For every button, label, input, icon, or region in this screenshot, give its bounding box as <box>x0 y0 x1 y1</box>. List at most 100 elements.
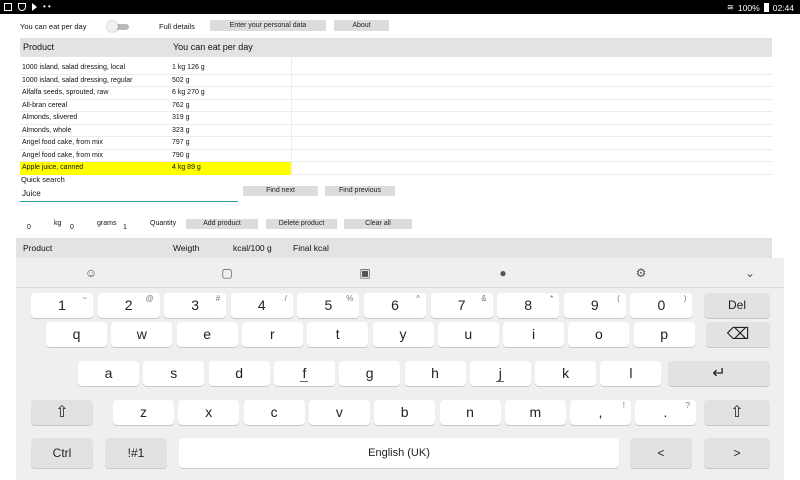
kg-value[interactable]: 0 <box>27 224 31 231</box>
screen-edge <box>784 258 800 480</box>
status-bar: • • ≋ 100% 02:44 <box>0 0 800 14</box>
key-l[interactable]: l <box>600 361 662 386</box>
more-notifications-icon: • • <box>43 2 51 11</box>
key-m[interactable]: m <box>504 400 566 425</box>
add-product-button[interactable]: Add product <box>186 219 258 229</box>
key-b[interactable]: b <box>374 400 436 425</box>
key-1[interactable]: 1 ~ <box>31 293 93 318</box>
key-label: v <box>335 404 343 420</box>
status-notifications: • • <box>4 2 51 11</box>
find-next-button[interactable]: Find next <box>243 186 318 196</box>
key-i[interactable]: i <box>503 322 565 347</box>
key-label: w <box>136 326 147 342</box>
key-t[interactable]: t <box>307 322 369 347</box>
key-n[interactable]: n <box>439 400 501 425</box>
key-7[interactable]: 7 & <box>430 293 493 318</box>
key-8[interactable]: 8 * <box>497 293 560 318</box>
row-amount: 762 g <box>172 101 190 109</box>
microphone-icon[interactable]: ● <box>496 266 510 280</box>
key-x[interactable]: x <box>178 400 240 425</box>
table-row[interactable]: 1000 island, salad dressing, regular 502 … <box>20 75 772 87</box>
del-key[interactable]: Del <box>704 293 770 318</box>
key-3[interactable]: 3 # <box>164 293 227 318</box>
key-s[interactable]: s <box>143 361 205 386</box>
key-2[interactable]: 2 @ <box>97 293 160 318</box>
key-k[interactable]: k <box>535 361 597 386</box>
key-r[interactable]: r <box>241 322 303 347</box>
left-arrow-key[interactable]: < <box>630 438 692 468</box>
key-o[interactable]: o <box>568 322 630 347</box>
key-h[interactable]: h <box>404 361 466 386</box>
table-row[interactable]: Almonds, whole 323 g <box>20 125 772 137</box>
row-amount: 6 kg 270 g <box>172 89 205 96</box>
delete-product-button[interactable]: Delete product <box>266 219 337 229</box>
table-row[interactable]: 1000 island, salad dressing, local 1 kg 1… <box>20 62 772 75</box>
gif-icon[interactable]: ▣ <box>358 266 372 280</box>
key-y[interactable]: y <box>372 322 434 347</box>
key-0[interactable]: 0) <box>630 293 693 318</box>
key-p[interactable]: p <box>633 322 695 347</box>
key-label: t <box>335 326 340 342</box>
row-amount: 323 g <box>172 126 190 134</box>
row-product-name: Apple juice, canned <box>22 164 84 171</box>
key-j[interactable]: j <box>469 361 531 386</box>
backspace-key[interactable]: ⌫ <box>706 322 770 347</box>
selected-products-header: Product Weigth kcal/100 g Final kcal <box>16 238 772 258</box>
right-shift-key[interactable]: ⇧ <box>704 400 770 425</box>
key-6[interactable]: 6 ^ <box>364 293 426 318</box>
key-4[interactable]: 4/ <box>230 293 293 318</box>
grams-label: grams <box>97 220 117 227</box>
key-d[interactable]: d <box>208 361 270 386</box>
key-label: m <box>529 404 542 420</box>
table-row[interactable]: All-bran cereal 762 g <box>20 100 772 112</box>
symbols-key[interactable]: !#1 <box>105 438 167 468</box>
key-e[interactable]: e <box>176 322 238 347</box>
key-u[interactable]: u <box>437 322 499 347</box>
key-9[interactable]: 9( <box>563 293 626 318</box>
key-g[interactable]: g <box>339 361 401 386</box>
key-label: l <box>629 365 633 381</box>
enter-key[interactable]: ↵ <box>668 361 770 386</box>
product-table[interactable]: 1000 island, salad dressing, local 1 kg 1… <box>20 58 772 175</box>
key-hint: ? <box>685 401 690 410</box>
key-hint: # <box>215 294 221 303</box>
grams-value[interactable]: 0 <box>70 224 74 231</box>
quick-search-input[interactable] <box>20 186 238 202</box>
row-product-name: Alfalfa seeds, sprouted, raw <box>22 89 109 96</box>
table-row[interactable]: Almonds, slivered 319 g <box>20 112 772 125</box>
period-key[interactable]: .? <box>635 400 696 425</box>
key-hint: ^ <box>416 294 420 303</box>
full-details-toggle[interactable] <box>107 21 131 32</box>
key-label: r <box>270 326 275 342</box>
column-header-product[interactable]: Product <box>23 42 54 52</box>
key-c[interactable]: c <box>243 400 305 425</box>
table-row[interactable]: Angel food cake, from mix 797 g <box>20 137 772 150</box>
emoji-icon[interactable]: ☺ <box>84 266 98 280</box>
right-arrow-key[interactable]: > <box>704 438 770 468</box>
clear-all-button[interactable]: Clear all <box>344 219 412 229</box>
key-v[interactable]: v <box>308 400 370 425</box>
table-row[interactable]: Alfalfa seeds, sprouted, raw 6 kg 270 g <box>20 87 772 100</box>
key-f[interactable]: f <box>273 361 335 386</box>
key-label: !#1 <box>127 446 145 460</box>
table-header: Product You can eat per day <box>20 38 772 57</box>
find-previous-button[interactable]: Find previous <box>325 186 395 196</box>
table-row[interactable]: Angel food cake, from mix 790 g <box>20 150 772 162</box>
key-a[interactable]: a <box>78 361 139 386</box>
chevron-down-icon[interactable]: ⌄ <box>743 266 757 280</box>
key-5[interactable]: 5% <box>297 293 360 318</box>
key-w[interactable]: w <box>111 322 173 347</box>
left-shift-key[interactable]: ⇧ <box>31 400 93 425</box>
comma-key[interactable]: ,! <box>570 400 631 425</box>
column-header-you-can-eat[interactable]: You can eat per day <box>173 42 253 52</box>
ctrl-key[interactable]: Ctrl <box>31 438 93 468</box>
about-button[interactable]: About <box>334 20 389 31</box>
table-row[interactable]: Apple juice, canned 4 kg 89 g <box>20 162 772 175</box>
sticker-icon[interactable]: ▢ <box>220 266 234 280</box>
enter-personal-data-button[interactable]: Enter your personal data <box>210 20 326 31</box>
settings-icon[interactable]: ⚙ <box>634 266 648 280</box>
key-z[interactable]: z <box>113 400 174 425</box>
space-key[interactable]: English (UK) <box>179 438 619 468</box>
key-q[interactable]: q <box>46 322 107 347</box>
quantity-value[interactable]: 1 <box>123 224 127 231</box>
